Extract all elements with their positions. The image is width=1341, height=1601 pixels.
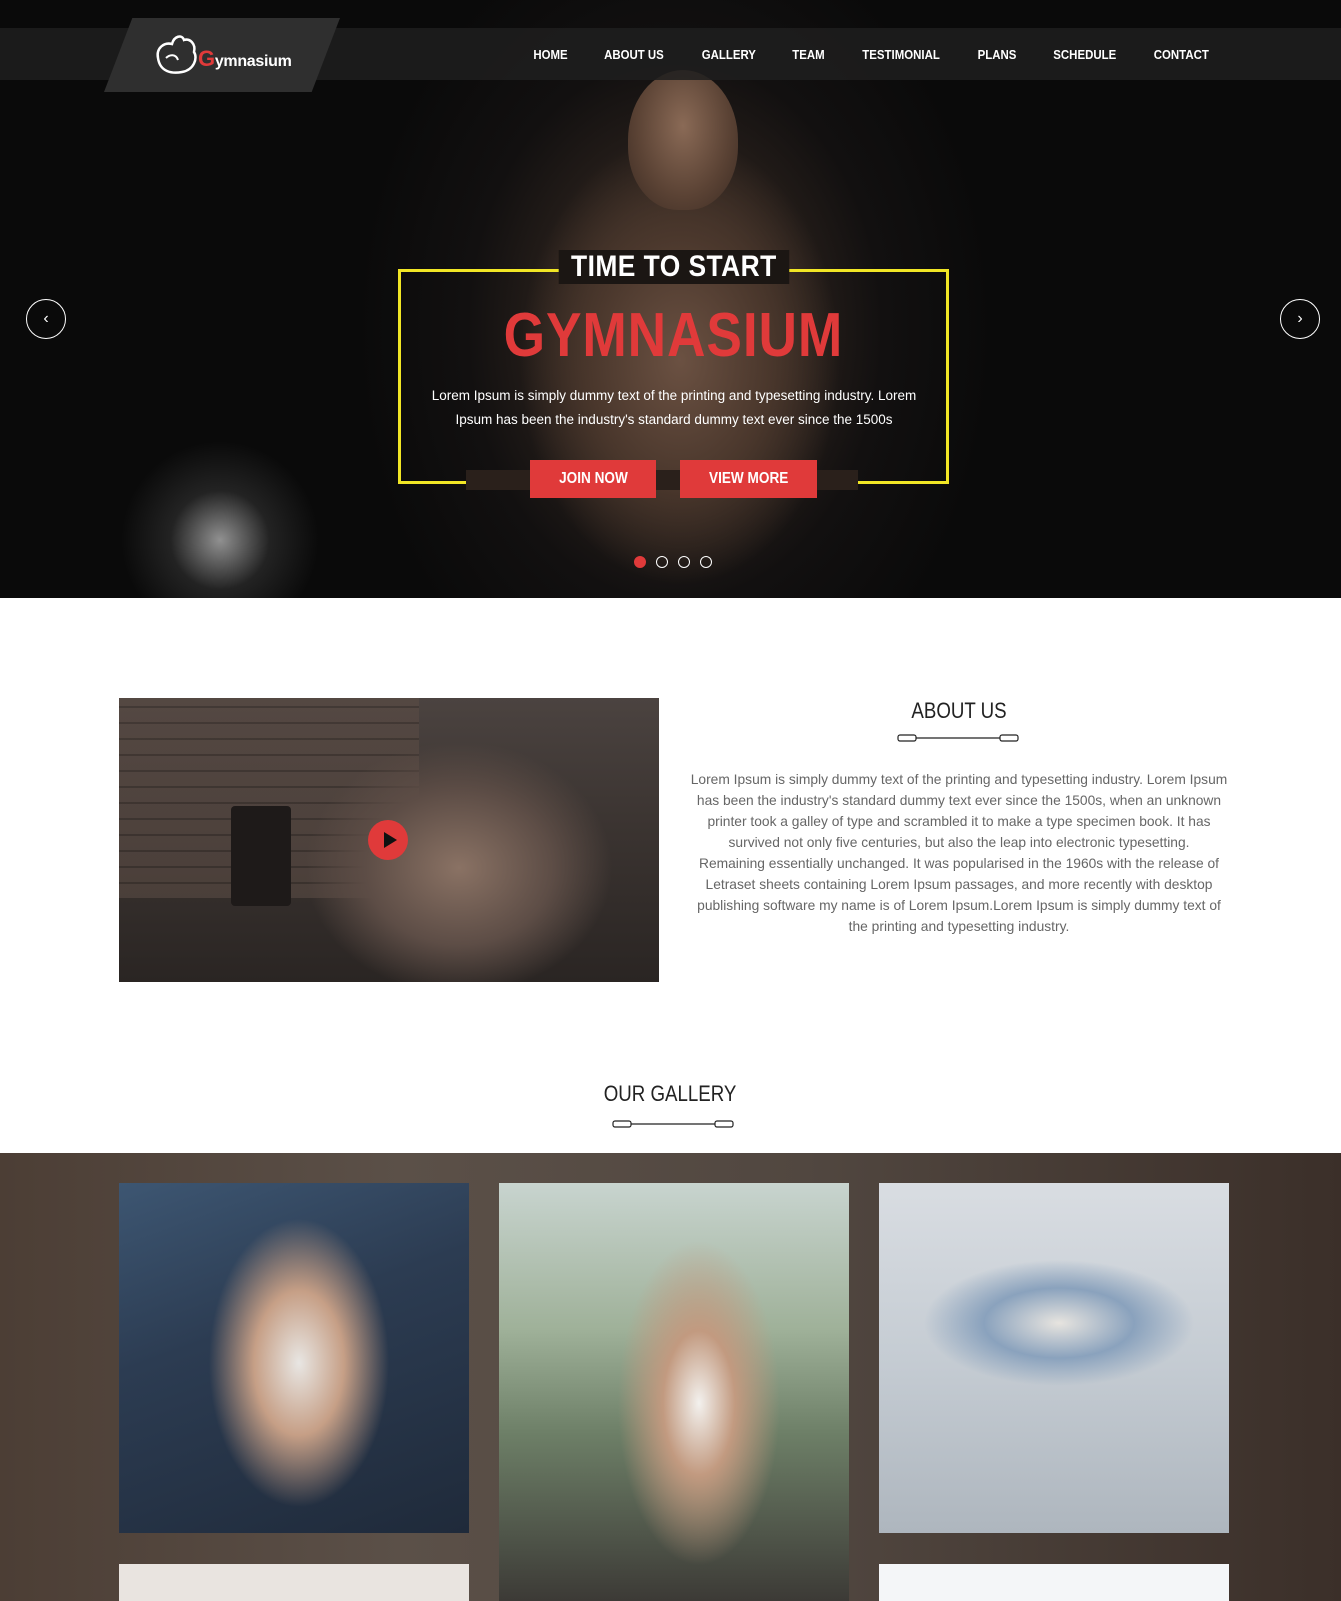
gallery-item-woman-running[interactable] <box>499 1183 849 1601</box>
hero-slider: Gymnasium HOME ABOUT US GALLERY TEAM TES… <box>0 0 1341 598</box>
join-now-label: JOIN NOW <box>558 470 628 487</box>
gym-group-photo <box>289 718 629 982</box>
gallery-item-man-phone[interactable] <box>119 1183 469 1533</box>
nav-home[interactable]: HOME <box>534 47 568 62</box>
nav-testimonial[interactable]: TESTIMONIAL <box>862 47 940 62</box>
gallery-item-man-pushup[interactable] <box>879 1183 1229 1533</box>
slider-prev-button[interactable]: ‹ <box>26 299 66 339</box>
hero-kicker-text: TIME TO START <box>558 250 789 284</box>
nav-gallery[interactable]: GALLERY <box>702 47 756 62</box>
hero-kicker: TIME TO START <box>398 250 949 284</box>
logo-initial: G <box>198 46 215 71</box>
play-icon <box>383 832 397 848</box>
nav-about-us[interactable]: ABOUT US <box>604 47 664 62</box>
nav-plans[interactable]: PLANS <box>977 47 1016 62</box>
dumbbell-divider-icon <box>897 734 1019 742</box>
slider-dot-1[interactable] <box>634 556 646 568</box>
chevron-left-icon: ‹ <box>43 310 49 327</box>
nav-schedule[interactable]: SCHEDULE <box>1053 47 1116 62</box>
logo-wordmark: ymnasium <box>214 53 292 70</box>
speaker-image <box>231 806 291 906</box>
slider-dot-2[interactable] <box>656 556 668 568</box>
gallery-photo-2 <box>589 1203 789 1601</box>
slider-dot-3[interactable] <box>678 556 690 568</box>
gallery-item-4[interactable] <box>119 1564 469 1601</box>
slider-next-button[interactable]: › <box>1280 299 1320 339</box>
main-nav: HOME ABOUT US GALLERY TEAM TESTIMONIAL P… <box>531 28 1213 80</box>
about-paragraph-2: Remaining essentially unchanged. It was … <box>697 856 1221 934</box>
hero-light-flare <box>120 440 320 598</box>
gallery-photo-3 <box>899 1223 1209 1423</box>
gallery-title-text: OUR GALLERY <box>604 1081 737 1106</box>
dumbbell-divider-icon <box>612 1120 734 1128</box>
flexed-arm-logo-icon <box>156 35 197 74</box>
gallery-title: OUR GALLERY <box>0 1081 1341 1107</box>
about-description: Lorem Ipsum is simply dummy text of the … <box>689 769 1229 937</box>
hero-title: GYMNASIUM <box>398 300 949 371</box>
join-now-button[interactable]: JOIN NOW <box>530 460 656 498</box>
brand-logo[interactable]: Gymnasium <box>198 46 292 72</box>
slider-dots <box>634 556 712 568</box>
chevron-right-icon: › <box>1297 310 1303 327</box>
about-title-text: ABOUT US <box>911 698 1007 723</box>
gallery-photo-1 <box>199 1203 399 1533</box>
hero-athlete-head <box>628 70 738 210</box>
hero-description: Lorem Ipsum is simply dummy text of the … <box>431 388 917 427</box>
gallery-item-5[interactable] <box>879 1564 1229 1601</box>
view-more-label: VIEW MORE <box>708 470 789 487</box>
about-paragraph-1: Lorem Ipsum is simply dummy text of the … <box>690 772 1228 850</box>
nav-team[interactable]: TEAM <box>792 47 824 62</box>
about-title: ABOUT US <box>689 698 1229 724</box>
play-video-button[interactable] <box>368 820 408 860</box>
nav-contact[interactable]: CONTACT <box>1154 47 1209 62</box>
slider-dot-4[interactable] <box>700 556 712 568</box>
view-more-button[interactable]: VIEW MORE <box>680 460 817 498</box>
hero-title-text: GYMNASIUM <box>503 301 844 370</box>
